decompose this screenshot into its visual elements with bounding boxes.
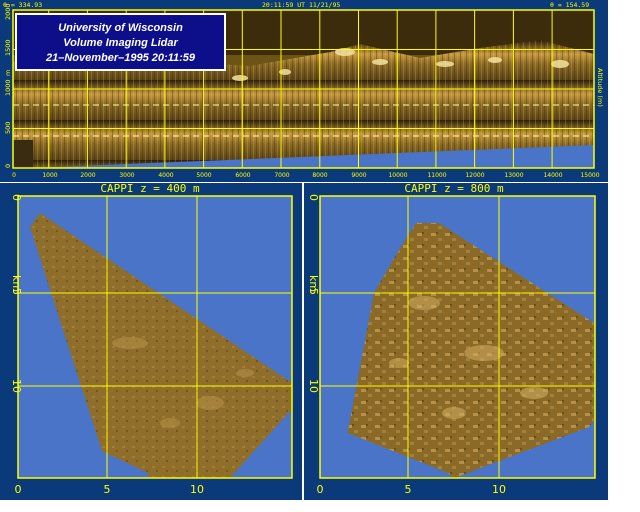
rhi-x-tick: 0 bbox=[12, 172, 16, 179]
cappi-left-x-tick: 0 bbox=[15, 483, 22, 496]
rhi-y-tick: 0 bbox=[4, 164, 12, 168]
time-readout: 20:11:59 UT 11/21/95 bbox=[262, 1, 340, 9]
title-box: University of Wisconsin Volume Imaging L… bbox=[15, 13, 226, 71]
rhi-y-tick: 2000 bbox=[4, 3, 12, 20]
title-line-instrument: Volume Imaging Lidar bbox=[63, 37, 178, 49]
cappi-right-x-tick: 5 bbox=[405, 483, 412, 496]
cappi-right-y-tick: 10 bbox=[307, 379, 320, 393]
cappi-right-x-tick: 0 bbox=[317, 483, 324, 496]
rhi-x-tick: 10000 bbox=[388, 172, 407, 179]
rhi-x-tick: 8000 bbox=[312, 172, 327, 179]
cappi-left-title: CAPPI z = 400 m bbox=[100, 183, 200, 195]
rhi-x-tick: 11000 bbox=[427, 172, 446, 179]
rhi-x-tick: 2000 bbox=[80, 172, 95, 179]
rhi-y-tick: 1000 bbox=[4, 79, 12, 96]
cappi-right-y-unit: km bbox=[307, 275, 320, 292]
cappi-left-plot: CAPPI z = 400 m 0 5 km 10 0 5 10 bbox=[10, 183, 293, 496]
cappi-left-panel: CAPPI z = 400 m 0 5 km 10 0 5 10 bbox=[0, 183, 302, 500]
rhi-x-tick: 7000 bbox=[274, 172, 289, 179]
rhi-x-tick: 13000 bbox=[504, 172, 523, 179]
cappi-right-y-tick: 0 bbox=[307, 194, 320, 201]
cappi-left-x-tick: 5 bbox=[104, 483, 111, 496]
cappi-left-y-unit: km bbox=[10, 275, 23, 292]
cappi-right-panel: CAPPI z = 800 m 0 5 km 10 0 5 10 bbox=[304, 183, 608, 500]
rhi-x-tick: 9000 bbox=[351, 172, 366, 179]
title-line-institution: University of Wisconsin bbox=[58, 22, 183, 34]
cappi-right-title: CAPPI z = 800 m bbox=[404, 183, 504, 195]
cappi-right-plot: CAPPI z = 800 m 0 5 km 10 0 5 10 bbox=[307, 183, 596, 496]
title-line-date: 21–November–1995 20:11:59 bbox=[45, 52, 195, 64]
cappi-right-x-tick: 10 bbox=[492, 483, 506, 496]
rhi-x-ticks: 0 1000 2000 3000 4000 5000 6000 7000 800… bbox=[12, 172, 600, 179]
cappi-right-x-ticks: 0 5 10 bbox=[317, 483, 507, 496]
rhi-y-tick: 500 bbox=[4, 122, 12, 134]
rhi-y-tick: 1500 bbox=[4, 39, 12, 56]
rhi-x-tick: 3000 bbox=[119, 172, 134, 179]
cappi-left-y-tick: 10 bbox=[10, 379, 23, 393]
rhi-right-axis-label: Altitude (m) bbox=[596, 68, 604, 107]
cappi-right-y-ticks: 0 5 km 10 bbox=[307, 194, 320, 393]
rhi-x-tick: 1000 bbox=[42, 172, 57, 179]
rhi-y-ticks: 0 500 1000 1500 2000 m bbox=[4, 3, 12, 168]
rhi-x-tick: 4000 bbox=[158, 172, 173, 179]
cappi-left-y-tick: 0 bbox=[10, 194, 23, 201]
rhi-x-tick: 5000 bbox=[196, 172, 211, 179]
rhi-y-unit: m bbox=[4, 70, 12, 76]
rhi-x-tick: 14000 bbox=[543, 172, 562, 179]
cappi-left-x-tick: 10 bbox=[190, 483, 204, 496]
rhi-x-tick: 6000 bbox=[235, 172, 250, 179]
rhi-x-tick: 12000 bbox=[465, 172, 484, 179]
rhi-x-tick: 15000 bbox=[580, 172, 599, 179]
cappi-left-x-ticks: 0 5 10 bbox=[15, 483, 205, 496]
azimuth-right-readout: θ = 154.59 bbox=[550, 1, 589, 9]
